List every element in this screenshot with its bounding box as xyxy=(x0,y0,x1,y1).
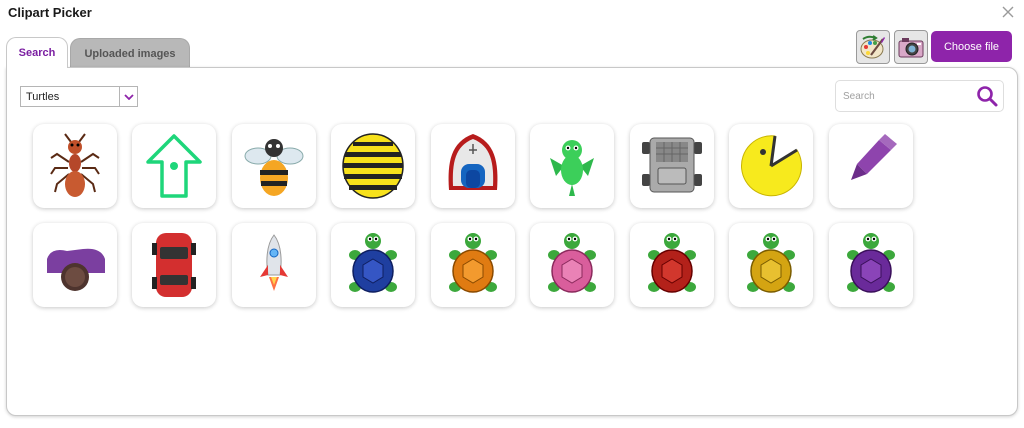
clipart-pen[interactable] xyxy=(829,124,913,208)
tab-uploaded-images[interactable]: Uploaded images xyxy=(70,38,190,69)
clipart-boat[interactable] xyxy=(431,124,515,208)
category-select-value: Turtles xyxy=(26,90,60,103)
clipart-turtle-yellow[interactable] xyxy=(729,223,813,307)
tab-search[interactable]: Search xyxy=(6,37,68,68)
turtle-blue-icon xyxy=(349,233,397,293)
clipart-rocket[interactable] xyxy=(232,223,316,307)
close-icon[interactable] xyxy=(1000,4,1016,20)
search-panel: Turtles xyxy=(6,67,1018,416)
clipart-turtle-pink[interactable] xyxy=(530,223,614,307)
ant-icon xyxy=(50,133,100,197)
beebot-icon xyxy=(342,133,404,199)
search-icon[interactable] xyxy=(975,84,999,108)
clipart-turtle-blue[interactable] xyxy=(331,223,415,307)
rover-icon xyxy=(642,137,702,193)
clipart-car[interactable] xyxy=(132,223,216,307)
clipart-rover[interactable] xyxy=(630,124,714,208)
paint-button[interactable] xyxy=(856,30,890,64)
dialog-title: Clipart Picker xyxy=(8,5,92,20)
person-icon xyxy=(47,248,105,291)
clipart-pacman[interactable] xyxy=(729,124,813,208)
clipart-dragon[interactable] xyxy=(530,124,614,208)
pen-icon xyxy=(851,134,897,180)
arrow-up-icon xyxy=(146,134,202,198)
clipart-turtle-purple[interactable] xyxy=(829,223,913,307)
clipart-person[interactable] xyxy=(33,223,117,307)
clipart-bee[interactable] xyxy=(232,124,316,208)
clipart-ant[interactable] xyxy=(33,124,117,208)
bee-icon xyxy=(244,139,304,196)
search-input[interactable] xyxy=(836,90,975,102)
boat-icon xyxy=(448,134,498,190)
turtle-orange-icon xyxy=(449,233,497,293)
rocket-icon xyxy=(260,234,288,291)
turtle-yellow-icon xyxy=(747,233,795,293)
search-box xyxy=(835,80,1004,112)
turtle-red-icon xyxy=(648,233,696,293)
choose-file-button[interactable]: Choose file xyxy=(931,31,1012,62)
clipart-turtle-red[interactable] xyxy=(630,223,714,307)
paint-palette-icon xyxy=(860,35,885,59)
dragon-icon xyxy=(550,140,594,196)
clipart-picker-dialog: Clipart Picker Search Uploaded images Ch… xyxy=(0,0,1024,428)
camera-button[interactable] xyxy=(894,30,928,64)
camera-icon xyxy=(898,38,924,58)
category-select[interactable]: Turtles xyxy=(20,86,138,107)
clipart-arrow[interactable] xyxy=(132,124,216,208)
turtle-purple-icon xyxy=(847,233,895,293)
chevron-down-icon[interactable] xyxy=(119,87,137,106)
pacman-icon xyxy=(741,135,802,197)
turtle-pink-icon xyxy=(548,233,596,293)
car-icon xyxy=(152,233,196,297)
clipart-beebot[interactable] xyxy=(331,124,415,208)
clipart-turtle-orange[interactable] xyxy=(431,223,515,307)
